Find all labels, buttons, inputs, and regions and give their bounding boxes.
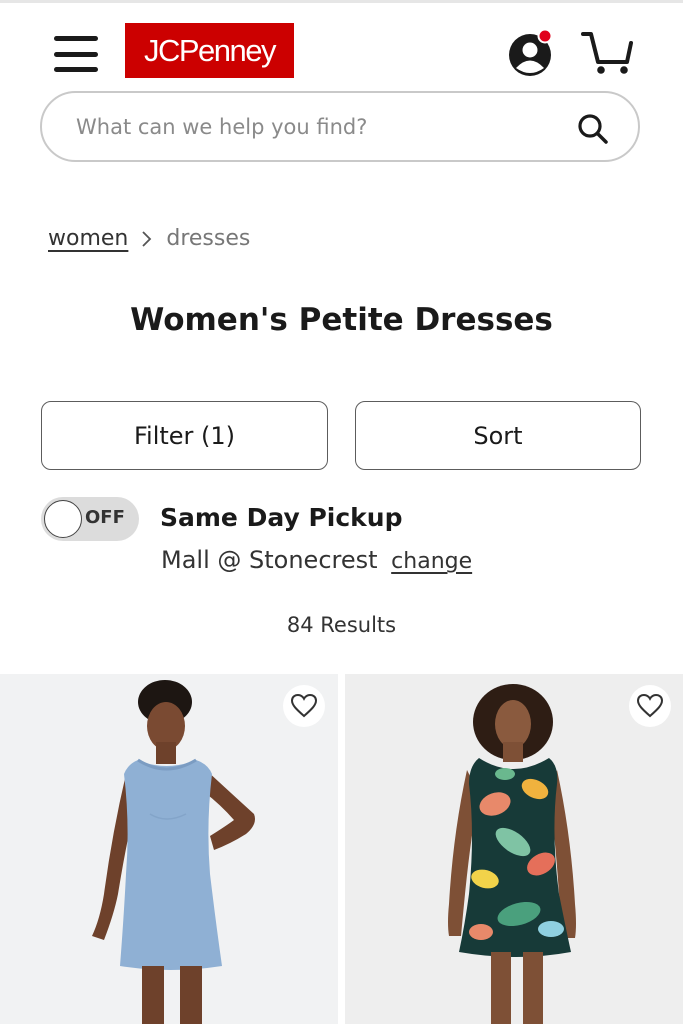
chevron-right-icon — [140, 228, 154, 248]
logo-text: JCPenney — [143, 32, 277, 68]
search-bar[interactable] — [40, 91, 640, 162]
heart-outline-icon[interactable] — [629, 685, 671, 727]
top-divider — [0, 0, 683, 3]
breadcrumb-current: dresses — [166, 225, 251, 251]
toggle-state-label: OFF — [85, 507, 125, 528]
account-icon[interactable] — [505, 28, 555, 78]
breadcrumb-women-link[interactable]: women — [48, 226, 128, 251]
product-image[interactable] — [0, 674, 338, 1024]
breadcrumb: women dresses — [48, 222, 250, 254]
hamburger-menu-icon[interactable] — [54, 34, 98, 74]
jcpenney-logo[interactable]: JCPenney — [125, 23, 294, 78]
product-card[interactable] — [0, 674, 338, 1024]
product-image[interactable] — [345, 674, 683, 1024]
pickup-title: Same Day Pickup — [160, 503, 403, 532]
heart-outline-icon[interactable] — [283, 685, 325, 727]
search-input[interactable] — [76, 107, 556, 147]
sort-button[interactable]: Sort — [355, 401, 641, 470]
pickup-store-line: Mall @ Stonecrest change — [161, 546, 472, 574]
change-store-link[interactable]: change — [391, 549, 472, 574]
notification-dot — [537, 28, 553, 44]
product-card[interactable] — [345, 674, 683, 1024]
pickup-store-name: Mall @ Stonecrest — [161, 546, 378, 574]
search-icon[interactable] — [575, 111, 611, 147]
toggle-knob — [44, 500, 82, 538]
page-title: Women's Petite Dresses — [130, 302, 553, 338]
cart-icon[interactable] — [580, 30, 634, 78]
results-count: 84 Results — [286, 613, 397, 637]
same-day-pickup-toggle[interactable]: OFF — [41, 497, 139, 541]
filter-button[interactable]: Filter (1) — [41, 401, 328, 470]
